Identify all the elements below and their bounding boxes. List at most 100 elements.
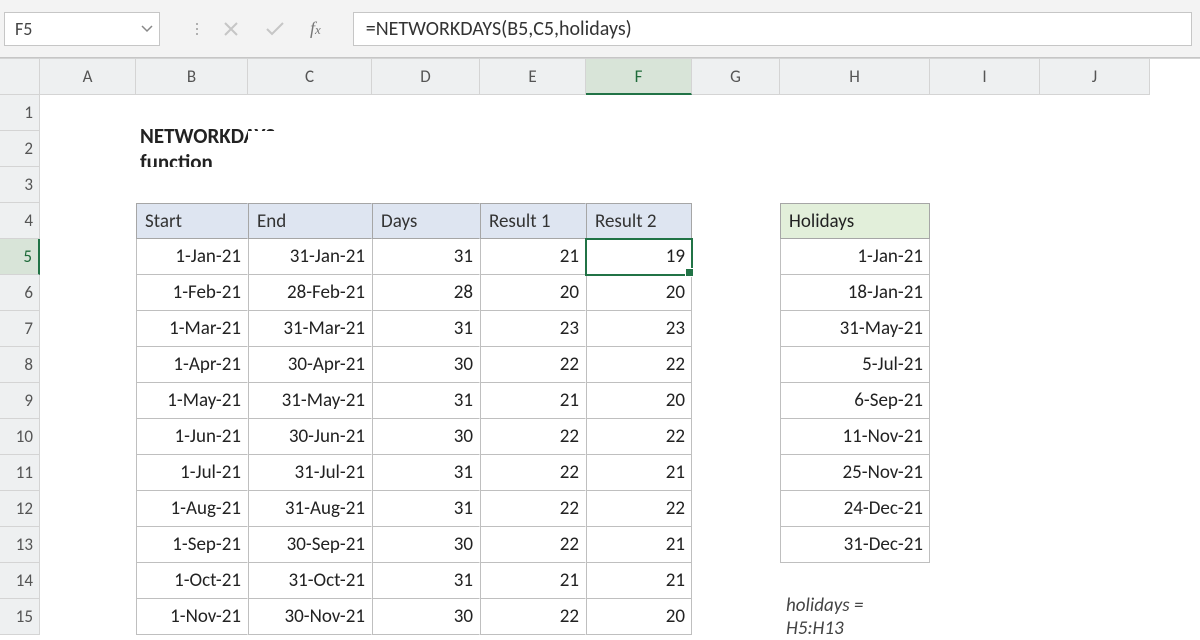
cell-A13[interactable] [40, 527, 136, 563]
row-header[interactable]: 1 [0, 95, 40, 131]
name-box[interactable]: F5 [4, 12, 160, 46]
cell-J4[interactable] [1040, 203, 1150, 239]
cell-E10[interactable]: 22 [480, 419, 586, 455]
cell-I8[interactable] [930, 347, 1040, 383]
row-header[interactable]: 11 [0, 455, 40, 491]
cell-D1[interactable] [372, 95, 480, 131]
cell-G11[interactable] [692, 455, 780, 491]
cell-J3[interactable] [1040, 167, 1150, 203]
cell-J13[interactable] [1040, 527, 1150, 563]
cell-B11[interactable]: 1-Jul-21 [136, 455, 248, 491]
cell-I3[interactable] [930, 167, 1040, 203]
cell-I9[interactable] [930, 383, 1040, 419]
cell-D10[interactable]: 30 [372, 419, 480, 455]
cell-E13[interactable]: 22 [480, 527, 586, 563]
cell-C10[interactable]: 30-Jun-21 [248, 419, 372, 455]
cell-G3[interactable] [692, 167, 780, 203]
cell-I6[interactable] [930, 275, 1040, 311]
row-header[interactable]: 14 [0, 563, 40, 599]
cell-D4[interactable]: Days [372, 203, 480, 239]
cell-I5[interactable] [930, 239, 1040, 275]
cell-J14[interactable] [1040, 563, 1150, 599]
cell-G12[interactable] [692, 491, 780, 527]
cell-A8[interactable] [40, 347, 136, 383]
cell-H12[interactable]: 24-Dec-21 [780, 491, 930, 527]
cell-B7[interactable]: 1-Mar-21 [136, 311, 248, 347]
cell-G4[interactable] [692, 203, 780, 239]
cell-A2[interactable] [40, 131, 136, 167]
cell-I14[interactable] [930, 563, 1040, 599]
select-all-corner[interactable] [0, 59, 40, 95]
row-header[interactable]: 4 [0, 203, 40, 239]
cell-J7[interactable] [1040, 311, 1150, 347]
cell-G9[interactable] [692, 383, 780, 419]
cell-E1[interactable] [480, 95, 586, 131]
cell-F14[interactable]: 21 [586, 563, 692, 599]
cell-I13[interactable] [930, 527, 1040, 563]
column-header[interactable]: J [1040, 59, 1150, 95]
cell-H1[interactable] [780, 95, 930, 131]
cell-G6[interactable] [692, 275, 780, 311]
cell-D5[interactable]: 31 [372, 239, 480, 275]
column-header[interactable]: H [780, 59, 930, 95]
cell-C14[interactable]: 31-Oct-21 [248, 563, 372, 599]
row-header[interactable]: 3 [0, 167, 40, 203]
cell-G13[interactable] [692, 527, 780, 563]
cell-A14[interactable] [40, 563, 136, 599]
cell-H7[interactable]: 31-May-21 [780, 311, 930, 347]
cell-J2[interactable] [1040, 131, 1150, 167]
cell-D7[interactable]: 31 [372, 311, 480, 347]
cell-E8[interactable]: 22 [480, 347, 586, 383]
cell-B3[interactable] [136, 167, 248, 203]
cell-G8[interactable] [692, 347, 780, 383]
cell-F10[interactable]: 22 [586, 419, 692, 455]
cell-F8[interactable]: 22 [586, 347, 692, 383]
cell-A5[interactable] [40, 239, 136, 275]
cell-J5[interactable] [1040, 239, 1150, 275]
column-header[interactable]: F [586, 59, 692, 95]
row-header[interactable]: 6 [0, 275, 40, 311]
cell-G14[interactable] [692, 563, 780, 599]
cell-C8[interactable]: 30-Apr-21 [248, 347, 372, 383]
cell-B9[interactable]: 1-May-21 [136, 383, 248, 419]
cell-F3[interactable] [586, 167, 692, 203]
cell-I1[interactable] [930, 95, 1040, 131]
cell-E12[interactable]: 22 [480, 491, 586, 527]
cell-D13[interactable]: 30 [372, 527, 480, 563]
cell-J9[interactable] [1040, 383, 1150, 419]
cell-I11[interactable] [930, 455, 1040, 491]
cell-E11[interactable]: 22 [480, 455, 586, 491]
cell-A9[interactable] [40, 383, 136, 419]
cell-B8[interactable]: 1-Apr-21 [136, 347, 248, 383]
cell-D6[interactable]: 28 [372, 275, 480, 311]
row-header[interactable]: 9 [0, 383, 40, 419]
cell-H6[interactable]: 18-Jan-21 [780, 275, 930, 311]
cell-G10[interactable] [692, 419, 780, 455]
cell-A11[interactable] [40, 455, 136, 491]
cell-B6[interactable]: 1-Feb-21 [136, 275, 248, 311]
cell-F2[interactable] [586, 131, 692, 167]
cell-G7[interactable] [692, 311, 780, 347]
cell-D11[interactable]: 31 [372, 455, 480, 491]
cell-C9[interactable]: 31-May-21 [248, 383, 372, 419]
fx-icon[interactable]: fx [308, 18, 331, 39]
cell-C4[interactable]: End [248, 203, 372, 239]
cell-C13[interactable]: 30-Sep-21 [248, 527, 372, 563]
cell-E9[interactable]: 21 [480, 383, 586, 419]
row-header[interactable]: 7 [0, 311, 40, 347]
column-header[interactable]: G [692, 59, 780, 95]
cell-A7[interactable] [40, 311, 136, 347]
cell-A6[interactable] [40, 275, 136, 311]
cell-H5[interactable]: 1-Jan-21 [780, 239, 930, 275]
cell-F6[interactable]: 20 [586, 275, 692, 311]
enter-button[interactable] [264, 18, 286, 40]
cell-H13[interactable]: 31-Dec-21 [780, 527, 930, 563]
cell-E3[interactable] [480, 167, 586, 203]
cell-H2[interactable] [780, 131, 930, 167]
cell-C3[interactable] [248, 167, 372, 203]
cell-E2[interactable] [480, 131, 586, 167]
cell-C6[interactable]: 28-Feb-21 [248, 275, 372, 311]
column-header[interactable]: D [372, 59, 480, 95]
cell-F13[interactable]: 21 [586, 527, 692, 563]
cell-A1[interactable] [40, 95, 136, 131]
